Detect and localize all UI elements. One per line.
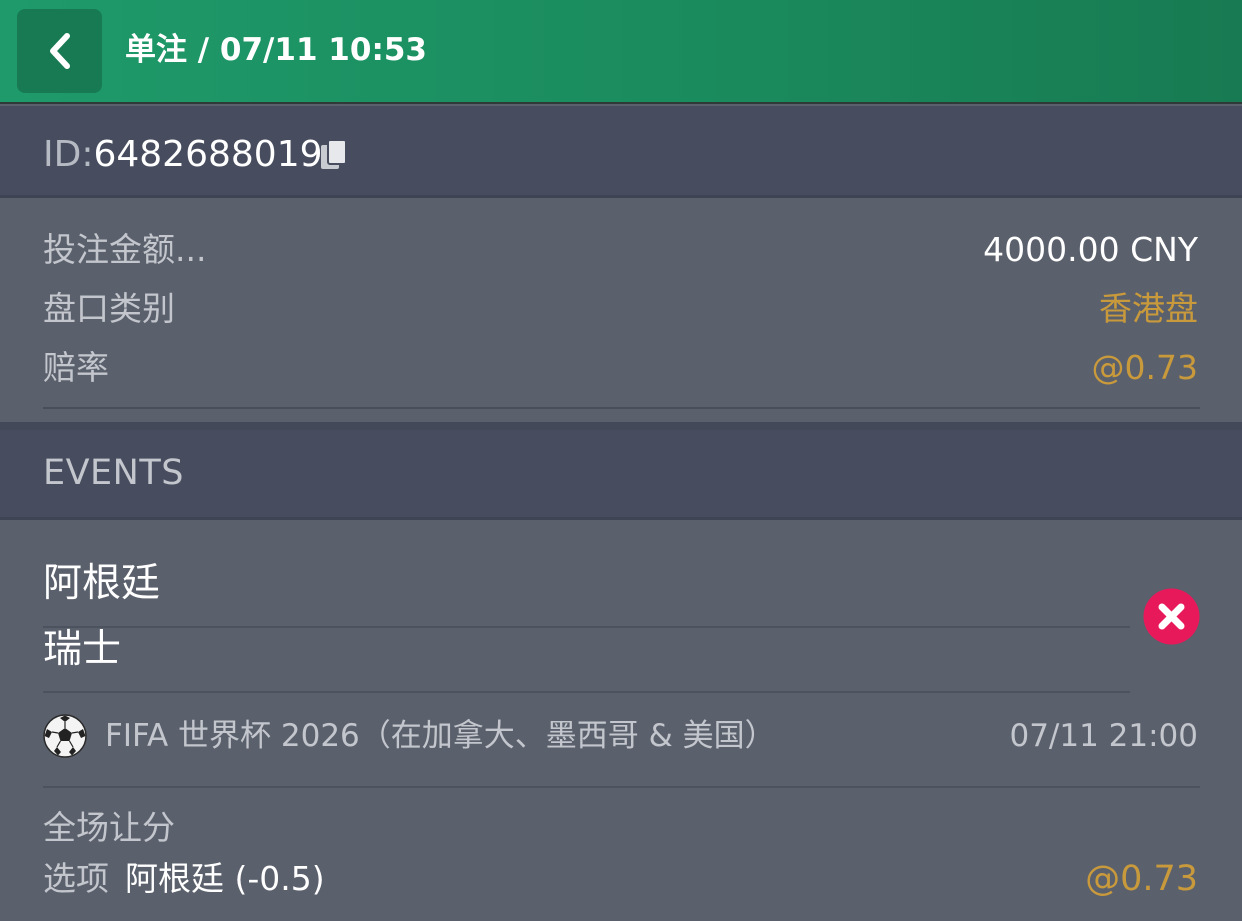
app-header: 单注 / 07/11 10:53	[0, 0, 1242, 104]
away-team: 瑞士	[43, 627, 122, 672]
stake-value: 4000.00 CNY	[983, 230, 1198, 269]
divider	[43, 626, 1130, 628]
events-header: EVENTS	[0, 430, 1242, 520]
page-title: 单注 / 07/11 10:53	[125, 32, 427, 68]
selection-label: 选项	[43, 859, 109, 898]
soccer-ball-icon	[43, 714, 87, 758]
cancel-x-icon	[1143, 588, 1200, 645]
divider	[43, 786, 1200, 788]
match-time: 07/11 21:00	[1009, 718, 1198, 754]
back-button[interactable]	[17, 9, 102, 93]
odds-type-row: 盘口类别 香港盘	[43, 286, 1198, 332]
chevron-left-icon	[49, 33, 70, 69]
events-label: EVENTS	[43, 453, 184, 493]
selection-row: 选项 阿根廷 (-0.5) @0.73	[43, 856, 1198, 902]
copy-icon[interactable]	[319, 139, 349, 173]
bet-summary: 投注金额... 4000.00 CNY 盘口类别 香港盘 赔率 @0.73	[0, 200, 1242, 424]
home-team: 阿根廷	[43, 561, 161, 606]
odds-label: 赔率	[43, 348, 109, 387]
divider	[43, 407, 1200, 409]
selection-odds: @0.73	[1085, 859, 1198, 899]
bet-id: ID:6482688019	[43, 131, 323, 179]
odds-type-label: 盘口类别	[43, 289, 175, 328]
stake-row: 投注金额... 4000.00 CNY	[43, 227, 1198, 273]
section-divider	[0, 422, 1242, 430]
selection-value: 阿根廷 (-0.5)	[125, 859, 325, 898]
market-name: 全场让分	[43, 808, 175, 847]
league-row: FIFA 世界杯 2026（在加拿大、墨西哥 & 美国） 07/11 21:00	[43, 713, 1198, 759]
odds-row: 赔率 @0.73	[43, 345, 1198, 391]
divider	[43, 691, 1130, 693]
odds-value: @0.73	[1091, 348, 1198, 387]
stake-label: 投注金额...	[43, 230, 207, 269]
league-name: FIFA 世界杯 2026（在加拿大、墨西哥 & 美国）	[105, 718, 776, 754]
bet-id-label: ID:	[43, 134, 94, 175]
odds-type-value: 香港盘	[1099, 289, 1198, 328]
bet-id-value: 6482688019	[93, 134, 323, 175]
bet-id-bar: ID:6482688019	[0, 106, 1242, 198]
